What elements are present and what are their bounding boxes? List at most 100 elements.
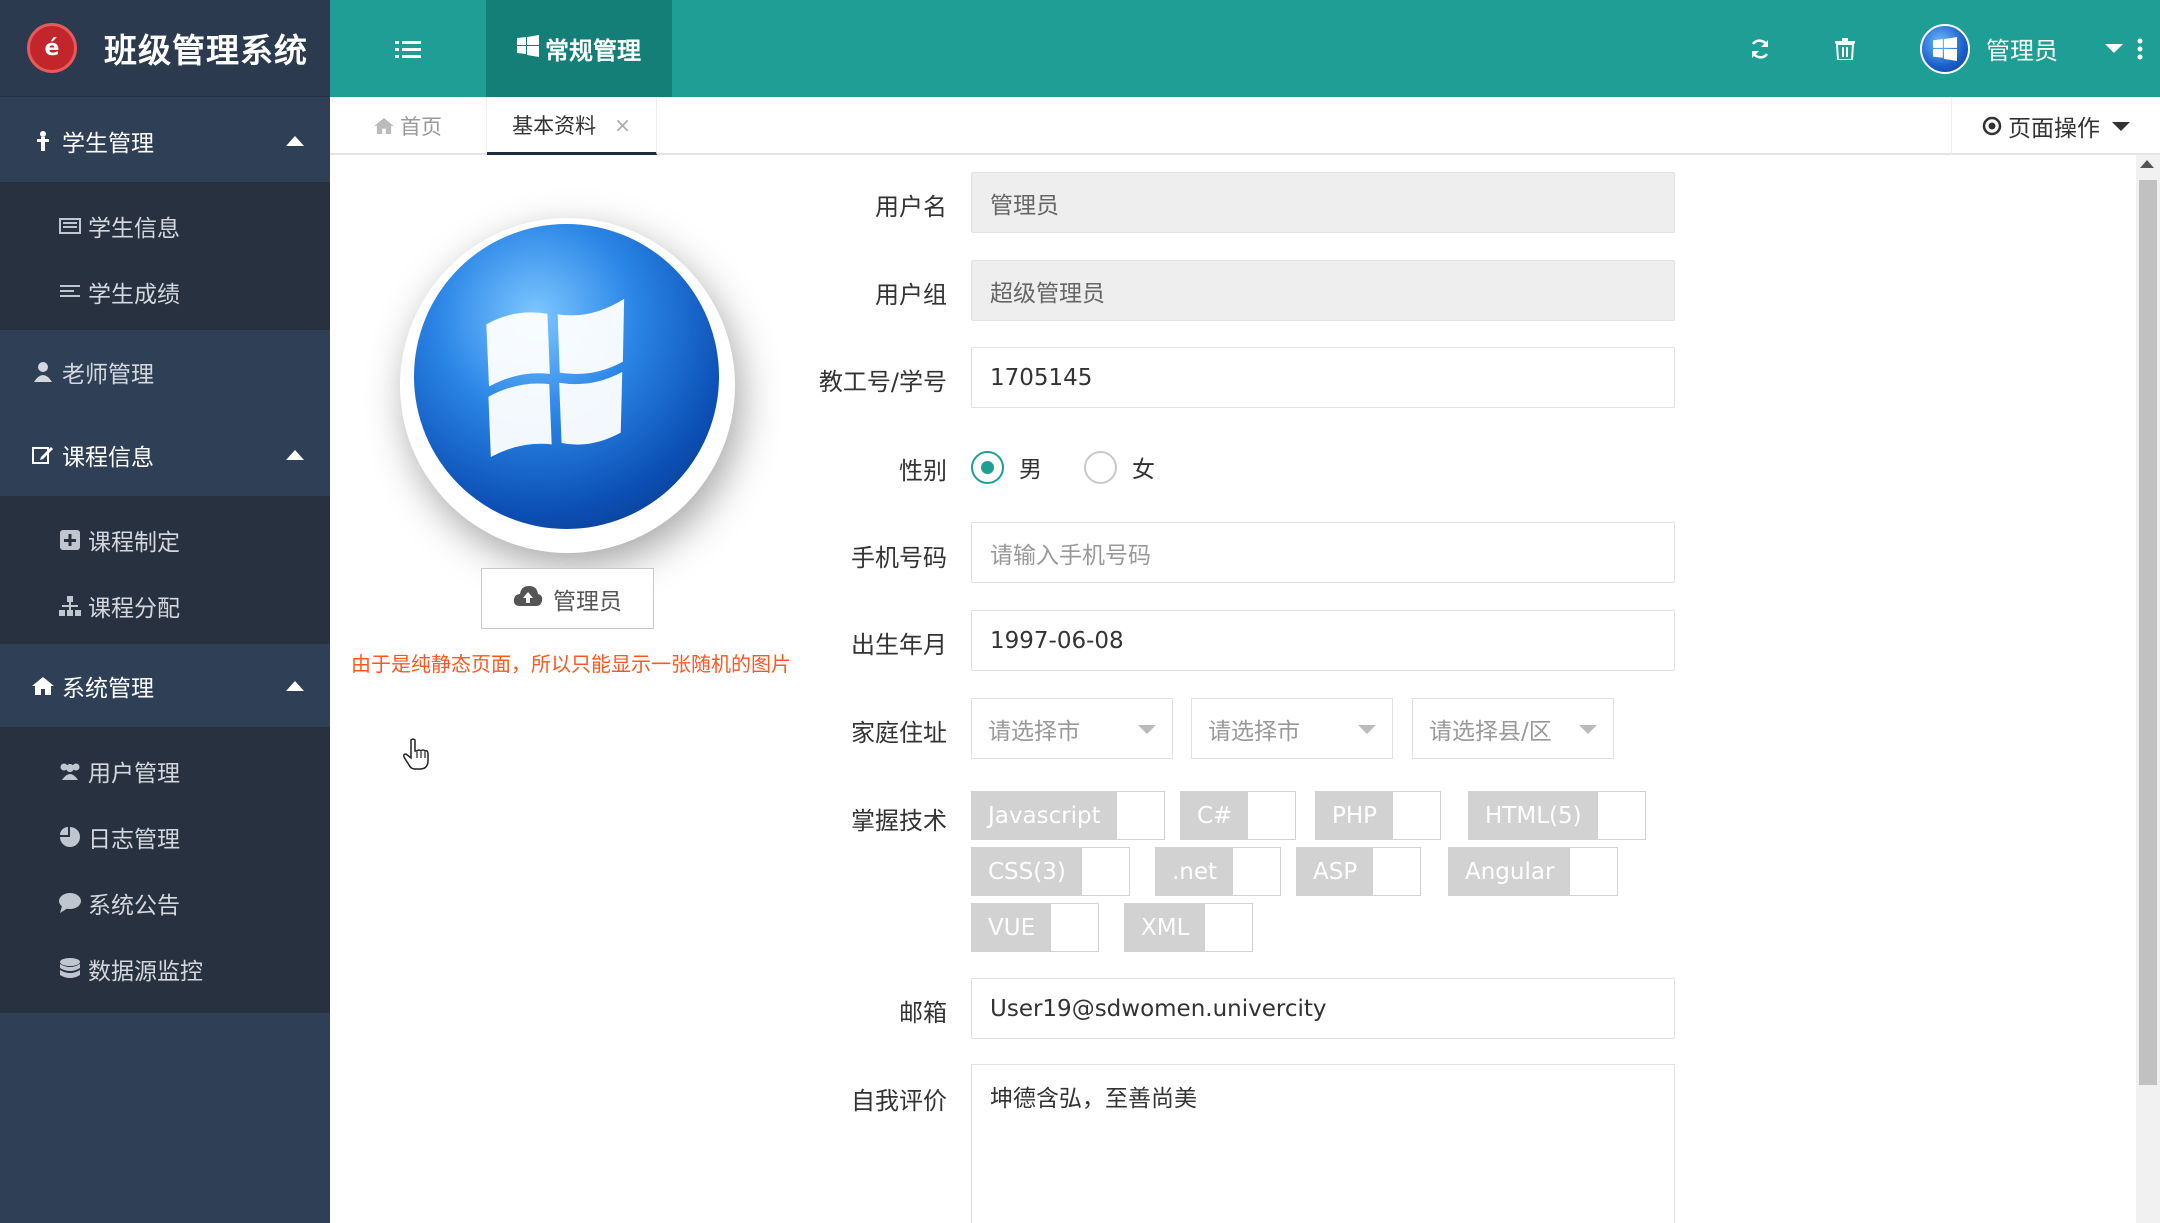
comment-icon xyxy=(58,893,82,913)
skill-checkbox[interactable]: C# xyxy=(1180,791,1297,840)
home-icon xyxy=(32,676,54,695)
app-title: 班级管理系统 xyxy=(104,31,308,70)
phone-input[interactable]: 请输入手机号码 xyxy=(971,522,1675,583)
skill-label: XML xyxy=(1125,904,1206,951)
self-eval-label: 自我评价 xyxy=(851,1087,947,1115)
nav-head-teachers[interactable]: 老师管理 xyxy=(0,330,330,413)
skill-checkbox[interactable]: HTML(5) xyxy=(1468,791,1646,840)
nav-head-label: 课程信息 xyxy=(62,444,154,471)
nav-head-label: 学生管理 xyxy=(62,130,154,157)
tab-home[interactable]: 首页 xyxy=(330,97,487,155)
checkbox-box xyxy=(1051,904,1099,951)
email-field[interactable]: User19@sdwomen.univercity xyxy=(971,978,1675,1039)
nav-group-students: 学生管理 学生信息 学生成绩 xyxy=(0,99,330,336)
sidebar-item-label: 用户管理 xyxy=(88,761,180,787)
sidebar-item-student-scores[interactable]: 学生成绩 xyxy=(0,259,330,325)
self-evaluation-textarea[interactable]: 坤德含弘，至善尚美 xyxy=(971,1064,1675,1223)
skill-checkbox[interactable]: ASP xyxy=(1296,847,1422,896)
tab-label: 基本资料 xyxy=(512,113,597,138)
checkbox-box xyxy=(1205,904,1253,951)
sidebar-item-datasource[interactable]: 数据源监控 xyxy=(0,936,330,1002)
gender-female-label: 女 xyxy=(1132,457,1155,483)
user-group-field[interactable]: 超级管理员 xyxy=(971,260,1675,321)
chevron-down-icon xyxy=(1579,725,1597,734)
nav-head-label: 系统管理 xyxy=(62,675,154,702)
skill-checkbox[interactable]: .net xyxy=(1155,847,1282,896)
close-icon[interactable]: × xyxy=(614,113,631,137)
nav-sub-courses: 课程制定 课程分配 xyxy=(0,496,330,650)
list-alt-icon xyxy=(58,218,82,234)
top-tab-label: 常规管理 xyxy=(545,37,641,65)
avatar[interactable] xyxy=(1920,24,1970,74)
skill-checkbox[interactable]: VUE xyxy=(971,903,1100,952)
birth-date-field[interactable]: 1997-06-08 xyxy=(971,610,1675,671)
clear-cache-button[interactable] xyxy=(1815,0,1875,97)
nav-head-label: 老师管理 xyxy=(62,361,154,388)
skill-label: ASP xyxy=(1297,848,1374,895)
address-province-select[interactable]: 请选择市 xyxy=(971,698,1173,759)
email-label: 邮箱 xyxy=(899,999,947,1027)
checkbox-box xyxy=(1233,848,1281,895)
nav-head-system[interactable]: 系统管理 xyxy=(0,644,330,727)
trash-icon xyxy=(1835,37,1855,60)
sitemap-icon xyxy=(58,596,82,616)
hand-pointer-icon xyxy=(403,738,429,774)
id-number-field[interactable]: 1705145 xyxy=(971,347,1675,408)
sidebar-item-label: 学生信息 xyxy=(88,216,180,242)
address-district-select[interactable]: 请选择县/区 xyxy=(1412,698,1614,759)
brand-logo: é xyxy=(27,23,77,73)
sidebar-item-course-assign[interactable]: 课程分配 xyxy=(0,573,330,639)
scrollbar-thumb[interactable] xyxy=(2139,180,2157,1085)
skill-label: CSS(3) xyxy=(972,848,1082,895)
skill-checkbox[interactable]: CSS(3) xyxy=(971,847,1130,896)
nav-head-courses[interactable]: 课程信息 xyxy=(0,413,330,496)
profile-avatar-frame xyxy=(400,218,735,553)
gender-radio-male[interactable]: 男 xyxy=(971,450,1042,484)
upload-button-label: 管理员 xyxy=(553,588,622,615)
static-page-note: 由于是纯静态页面，所以只能显示一张随机的图片 xyxy=(351,652,791,676)
refresh-button[interactable] xyxy=(1730,0,1790,97)
skill-label: VUE xyxy=(972,904,1052,951)
windows-icon xyxy=(1933,37,1957,61)
sidebar: é 班级管理系统 学生管理 学生信息 学生成绩 老师管理 课程信息 课程制定 课… xyxy=(0,0,330,1223)
username-field[interactable]: 管理员 xyxy=(971,172,1675,233)
user-menu[interactable]: 管理员 xyxy=(1986,0,2058,97)
nav-sub-students: 学生信息 学生成绩 xyxy=(0,182,330,336)
pie-chart-icon xyxy=(58,827,82,847)
sidebar-item-student-info[interactable]: 学生信息 xyxy=(0,193,330,259)
skill-label: HTML(5) xyxy=(1469,792,1598,839)
sidebar-item-user-mgmt[interactable]: 用户管理 xyxy=(0,738,330,804)
sidebar-item-label: 数据源监控 xyxy=(88,959,203,985)
gender-radio-female[interactable]: 女 xyxy=(1084,450,1155,484)
menu-toggle-button[interactable] xyxy=(330,0,486,97)
home-icon xyxy=(374,118,394,134)
tab-profile[interactable]: 基本资料 × xyxy=(487,97,657,155)
gender-label: 性别 xyxy=(899,457,947,485)
sidebar-item-announcement[interactable]: 系统公告 xyxy=(0,870,330,936)
sidebar-item-course-plan[interactable]: 课程制定 xyxy=(0,507,330,573)
tabs-bar: 首页 基本资料 × 页面操作 xyxy=(330,97,2160,155)
user-icon xyxy=(32,361,54,382)
page-operations-dropdown[interactable]: 页面操作 xyxy=(1951,97,2160,155)
address-city-select[interactable]: 请选择市 xyxy=(1191,698,1393,759)
nav-group-system: 系统管理 用户管理 日志管理 系统公告 数据源监控 xyxy=(0,644,330,1013)
sidebar-item-log-mgmt[interactable]: 日志管理 xyxy=(0,804,330,870)
top-tab-general[interactable]: 常规管理 xyxy=(486,0,672,97)
caret-up-icon xyxy=(286,680,304,691)
tab-label: 首页 xyxy=(400,115,442,139)
skill-checkbox[interactable]: XML xyxy=(1124,903,1254,952)
skill-checkbox[interactable]: Angular xyxy=(1448,847,1619,896)
database-icon xyxy=(58,958,82,980)
skill-checkbox[interactable]: PHP xyxy=(1315,791,1442,840)
username-label: 用户名 xyxy=(875,193,947,221)
more-vertical-icon[interactable] xyxy=(2120,0,2160,97)
skill-checkbox[interactable]: Javascript xyxy=(971,791,1165,840)
windows-icon xyxy=(517,34,539,63)
scroll-up-arrow-icon[interactable] xyxy=(2140,160,2154,168)
chevron-down-icon xyxy=(2112,121,2130,131)
upload-avatar-button[interactable]: 管理员 xyxy=(481,568,654,629)
nav-head-students[interactable]: 学生管理 xyxy=(0,99,330,182)
sidebar-item-label: 课程制定 xyxy=(88,530,180,556)
profile-avatar xyxy=(414,224,719,529)
checkbox-box xyxy=(1597,792,1645,839)
